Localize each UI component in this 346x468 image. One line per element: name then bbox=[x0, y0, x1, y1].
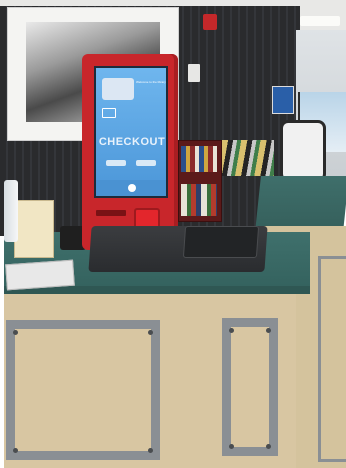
rivet bbox=[229, 328, 234, 333]
screen-button-left[interactable] bbox=[106, 160, 126, 166]
book-icon bbox=[102, 108, 116, 118]
right-counter-panel bbox=[318, 256, 346, 462]
help-icon[interactable] bbox=[128, 184, 136, 192]
book-display bbox=[222, 140, 274, 176]
light-switch bbox=[188, 64, 200, 82]
fire-alarm bbox=[203, 14, 217, 30]
library-card-graphic bbox=[102, 78, 134, 100]
kiosk-screen: Welcome to the library CHECKOUT bbox=[94, 66, 168, 198]
rivet bbox=[13, 448, 18, 453]
rfid-pad[interactable] bbox=[182, 226, 260, 258]
rivet bbox=[13, 330, 18, 335]
rivet bbox=[148, 330, 153, 335]
library-checkout-photo: Welcome to the library CHECKOUT bbox=[0, 0, 346, 468]
books-row-2 bbox=[181, 184, 217, 216]
right-counter-top bbox=[255, 176, 346, 232]
office-chair bbox=[280, 120, 326, 182]
right-steel-panel bbox=[222, 318, 278, 456]
rivet bbox=[229, 444, 234, 449]
left-steel-panel bbox=[6, 320, 160, 460]
books-row-1 bbox=[181, 146, 217, 172]
checkout-heading: CHECKOUT bbox=[98, 136, 166, 148]
sanitizer-bottle bbox=[4, 180, 18, 242]
card-prompt-text: Welcome to the library bbox=[136, 80, 166, 84]
screen-button-right[interactable] bbox=[136, 160, 156, 166]
rivet bbox=[148, 448, 153, 453]
flyer-stack bbox=[5, 259, 75, 291]
wall-sign bbox=[272, 86, 294, 114]
brochure-holder bbox=[14, 200, 54, 258]
rivet bbox=[266, 444, 271, 449]
ceiling-light bbox=[300, 16, 340, 26]
rivet bbox=[266, 328, 271, 333]
receipt-slot bbox=[96, 210, 126, 216]
